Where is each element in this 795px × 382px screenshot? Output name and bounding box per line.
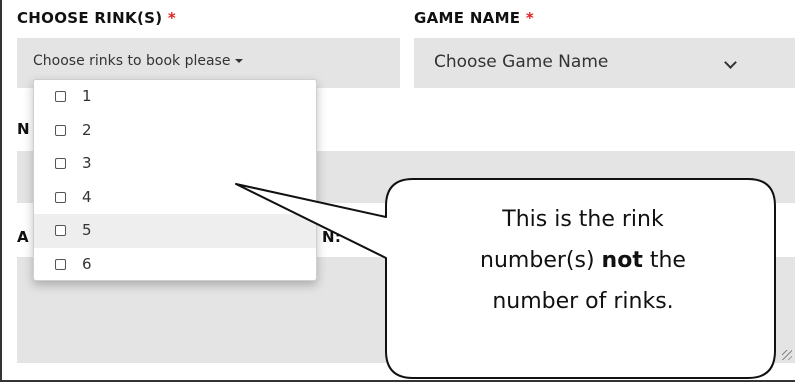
callout-text: This is the rink number(s) not the numbe…: [400, 199, 766, 322]
callout-bubble: [235, 178, 776, 379]
callout-line-2-prefix: number(s): [480, 248, 595, 273]
callout-emphasis: not: [601, 248, 643, 273]
callout-line-2: number(s) not the: [400, 240, 766, 281]
callout-line-2-suffix: the: [649, 248, 686, 273]
callout-line-3: number of rinks.: [492, 289, 674, 314]
callout-line-1: This is the rink: [502, 207, 664, 232]
